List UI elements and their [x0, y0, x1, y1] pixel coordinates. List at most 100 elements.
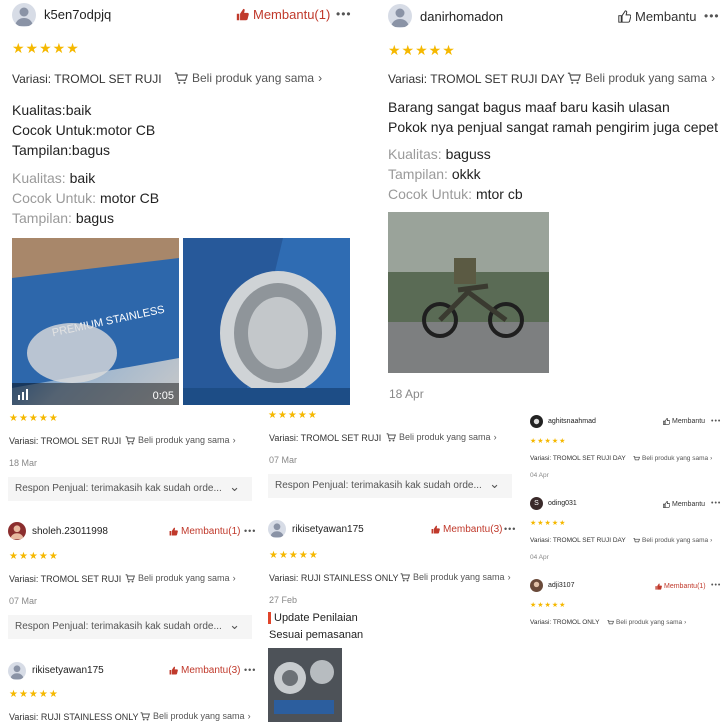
review-text: Kualitas:baik Cocok Untuk:motor CB Tampi…	[12, 100, 155, 160]
cart-icon	[400, 572, 410, 581]
more-options-icon[interactable]: •••	[711, 500, 721, 507]
more-options-icon[interactable]: •••	[336, 7, 352, 21]
cart-icon	[125, 435, 135, 444]
attribute-label: Cocok Untuk:	[12, 190, 97, 206]
reviewer-name[interactable]: aghitsnaahmad	[548, 418, 596, 425]
helpful-count: Membantu(3)	[443, 524, 503, 535]
helpful-button[interactable]: Membantu(1)	[236, 7, 330, 22]
more-options-icon[interactable]: •••	[504, 524, 516, 534]
review-attributes: Kualitas: baguss Tampilan: okkk Cocok Un…	[388, 144, 523, 204]
reviewer-name[interactable]: rikisetyawan175	[32, 665, 104, 676]
buy-same-label: Beli produk yang sama	[399, 432, 491, 442]
review-line: Barang sangat bagus maaf baru kasih ulas…	[388, 99, 670, 115]
more-options-icon[interactable]: •••	[711, 582, 721, 589]
cart-icon	[633, 537, 640, 542]
review-line: Kualitas:baik	[12, 102, 92, 118]
reviewer-name[interactable]: rikisetyawan175	[292, 524, 364, 535]
product-box-image: PREMIUM STAINLESS	[12, 238, 179, 405]
avatar[interactable]	[8, 662, 26, 680]
attribute-label: Kualitas:	[12, 170, 66, 186]
attribute-row: Kualitas: baik	[12, 168, 159, 188]
buy-same-link[interactable]: Beli produk yang sama ›	[633, 455, 712, 462]
attribute-label: Tampilan:	[12, 210, 72, 226]
avatar[interactable]	[388, 4, 412, 28]
user-icon	[15, 7, 33, 26]
reviewer-name[interactable]: adji3107	[548, 582, 574, 589]
rating-stars: ★★★★★	[530, 602, 567, 609]
review-photo[interactable]	[183, 238, 350, 405]
helpful-button[interactable]: Membantu	[663, 501, 705, 508]
avatar[interactable]	[530, 579, 543, 592]
review-photo[interactable]	[388, 212, 549, 373]
helpful-count: Membantu	[635, 9, 697, 24]
review-date: 04 Apr	[530, 554, 549, 561]
attribute-value: mtor cb	[475, 186, 523, 202]
more-options-icon[interactable]: •••	[704, 9, 720, 23]
chevron-right-icon: ›	[711, 71, 716, 85]
buy-same-link[interactable]: Beli produk yang sama ›	[400, 572, 511, 582]
variation-label: Variasi: TROMOL ONLY	[530, 619, 600, 626]
seller-reply[interactable]: Respon Penjual: terimakasih kak sudah or…	[8, 615, 252, 639]
attribute-value: baik	[69, 170, 96, 186]
user-icon	[10, 665, 24, 680]
helpful-button[interactable]: Membantu(1)	[655, 583, 706, 590]
avatar[interactable]	[530, 415, 543, 428]
update-marker	[268, 612, 271, 624]
buy-same-link[interactable]: Beli produk yang sama ›	[567, 71, 715, 85]
avatar[interactable]	[8, 522, 26, 540]
review-date: 27 Feb	[269, 595, 298, 605]
helpful-button[interactable]: Membantu(1)	[169, 526, 240, 537]
review-photo[interactable]	[268, 648, 342, 722]
attribute-value: baguss	[445, 146, 491, 162]
reviewer-name[interactable]: danirhomadon	[420, 9, 503, 24]
attribute-row: Tampilan: bagus	[12, 208, 159, 228]
attribute-value: motor CB	[99, 190, 160, 206]
buy-same-link[interactable]: Beli produk yang sama ›	[140, 711, 251, 721]
reviewer-name[interactable]: k5en7odpjq	[44, 7, 111, 22]
chevron-right-icon: ›	[710, 537, 713, 544]
attribute-row: Cocok Untuk: motor CB	[12, 188, 159, 208]
user-icon	[270, 523, 284, 538]
buy-same-link[interactable]: Beli produk yang sama ›	[174, 71, 322, 85]
helpful-button[interactable]: Membantu(3)	[431, 524, 502, 535]
thumbs-up-icon	[663, 501, 670, 508]
user-icon	[10, 525, 24, 540]
buy-same-link[interactable]: Beli produk yang sama ›	[607, 619, 686, 626]
attribute-label: Cocok Untuk:	[388, 186, 473, 202]
reviewer-name[interactable]: sholeh.23011998	[32, 526, 108, 537]
cart-icon	[125, 573, 135, 582]
chevron-right-icon: ›	[684, 619, 687, 626]
cart-icon	[607, 619, 614, 624]
seller-reply-text: Respon Penjual: terimakasih kak sudah or…	[15, 621, 222, 632]
variation-label: Variasi: TROMOL SET RUJI	[269, 433, 382, 443]
buy-same-link[interactable]: Beli produk yang sama ›	[633, 537, 712, 544]
attribute-label: Kualitas:	[388, 146, 442, 162]
helpful-button[interactable]: Membantu	[618, 9, 696, 24]
more-options-icon[interactable]: •••	[244, 665, 256, 675]
more-options-icon[interactable]: •••	[244, 526, 256, 536]
review-video-thumbnail[interactable]: PREMIUM STAINLESS 0:05	[12, 238, 179, 405]
attribute-value: okkk	[451, 166, 481, 182]
buy-same-link[interactable]: Beli produk yang sama ›	[386, 432, 497, 442]
motorcycle-photo-image	[388, 212, 549, 373]
helpful-button[interactable]: Membantu(3)	[169, 665, 240, 676]
avatar[interactable]: S	[530, 497, 543, 510]
helpful-count: Membantu(1)	[253, 7, 331, 22]
buy-same-label: Beli produk yang sama	[153, 711, 245, 721]
avatar[interactable]	[12, 3, 36, 27]
review-attributes: Kualitas: baik Cocok Untuk: motor CB Tam…	[12, 168, 159, 228]
avatar[interactable]	[268, 520, 286, 538]
buy-same-link[interactable]: Beli produk yang sama ›	[125, 435, 236, 445]
review-date: 04 Apr	[530, 472, 549, 479]
chevron-down-icon: ⌄	[489, 476, 500, 491]
buy-same-label: Beli produk yang sama	[138, 435, 230, 445]
attribute-label: Tampilan:	[388, 166, 448, 182]
buy-same-link[interactable]: Beli produk yang sama ›	[125, 573, 236, 583]
cart-icon	[633, 455, 640, 460]
seller-reply-text: Respon Penjual: terimakasih kak sudah or…	[275, 480, 482, 491]
reviewer-name[interactable]: oding031	[548, 500, 577, 507]
more-options-icon[interactable]: •••	[711, 418, 721, 425]
helpful-button[interactable]: Membantu	[663, 418, 705, 425]
seller-reply[interactable]: Respon Penjual: terimakasih kak sudah or…	[8, 477, 252, 501]
seller-reply[interactable]: Respon Penjual: terimakasih kak sudah or…	[268, 474, 512, 498]
